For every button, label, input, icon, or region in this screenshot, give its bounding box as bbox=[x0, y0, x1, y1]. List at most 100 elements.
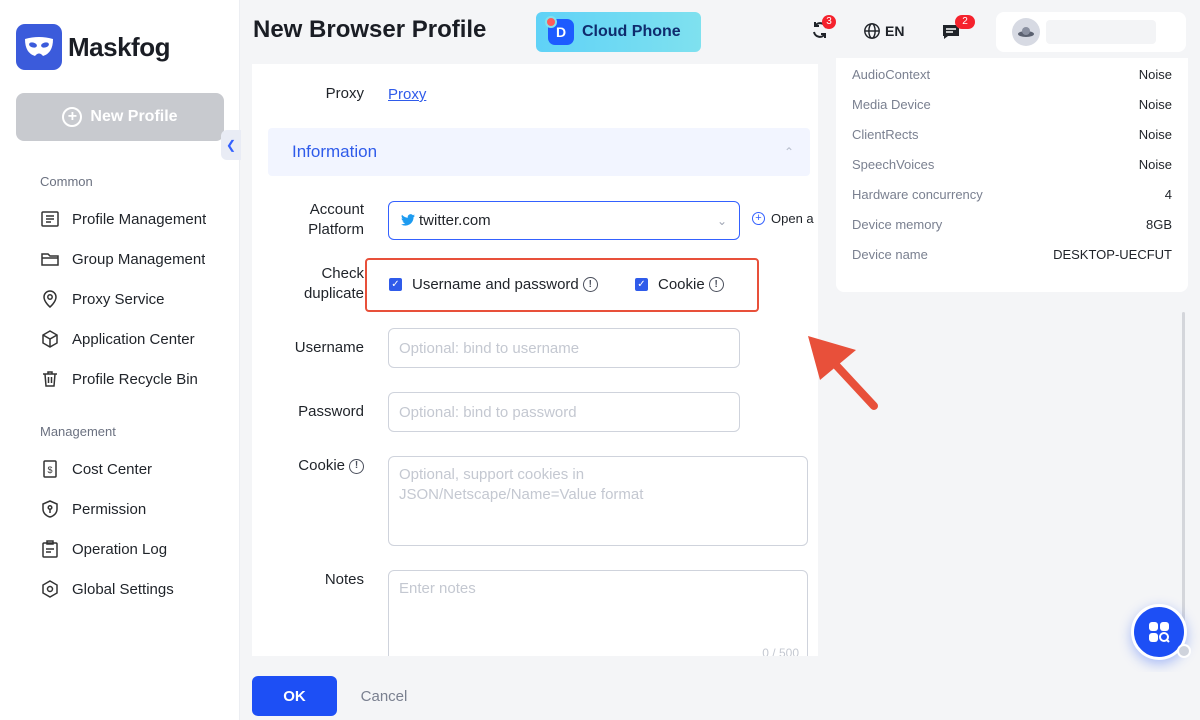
fingerprint-key: Device memory bbox=[852, 217, 943, 232]
chevron-up-icon: ⌃ bbox=[783, 145, 794, 159]
account-platform-label-line2: Platform bbox=[308, 221, 364, 238]
check-duplicate-label-line1: Check bbox=[321, 265, 364, 282]
fingerprint-row: AudioContext Noise bbox=[852, 67, 1172, 82]
section-title-management: Management bbox=[40, 424, 116, 439]
cloud-phone-button[interactable]: D Cloud Phone bbox=[536, 12, 701, 52]
messages-button[interactable]: 2 bbox=[941, 15, 975, 47]
fingerprint-value: Noise bbox=[1138, 157, 1172, 172]
fingerprint-summary: AudioContext Noise Media Device Noise Clie… bbox=[836, 58, 1188, 292]
sync-badge: 3 bbox=[822, 15, 836, 29]
info-icon[interactable]: ! bbox=[582, 277, 598, 292]
proxy-link[interactable]: Proxy bbox=[388, 86, 426, 103]
check-duplicate-label-line2: duplicate bbox=[303, 285, 364, 302]
sidebar-item-group-management[interactable]: Group Management bbox=[40, 245, 220, 273]
password-input[interactable]: Optional: bind to password bbox=[388, 392, 740, 432]
annotation-arrow-icon bbox=[808, 336, 878, 410]
sync-button[interactable]: 3 bbox=[810, 15, 836, 45]
user-avatar-icon bbox=[1018, 27, 1034, 37]
open-platform-link[interactable]: + Open a bbox=[752, 211, 814, 226]
open-link-label: Open a bbox=[771, 211, 814, 226]
notes-label: Notes bbox=[324, 571, 364, 588]
password-label: Password bbox=[298, 403, 364, 420]
sidebar-item-proxy-service[interactable]: Proxy Service bbox=[40, 285, 220, 313]
check-username-password-label: Username and password bbox=[412, 276, 579, 293]
cancel-button[interactable]: Cancel bbox=[344, 676, 424, 716]
sidebar-item-profile-management[interactable]: Profile Management bbox=[40, 205, 220, 233]
notes-textarea[interactable]: Enter notes 0 / 500 bbox=[388, 570, 808, 656]
proxy-label: Proxy bbox=[325, 85, 364, 102]
fingerprint-key: Device name bbox=[852, 247, 928, 262]
plus-circle-icon: + bbox=[752, 212, 765, 225]
app-logo[interactable]: Maskfog bbox=[16, 24, 170, 70]
fingerprint-row: ClientRects Noise bbox=[852, 127, 1172, 142]
fingerprint-row: Device memory 8GB bbox=[852, 217, 1172, 232]
fingerprint-row: Media Device Noise bbox=[852, 97, 1172, 112]
sidebar-item-label: Application Center bbox=[72, 330, 195, 348]
fingerprint-row: Hardware concurrency 4 bbox=[852, 187, 1172, 202]
hexagon-gear-icon bbox=[42, 580, 58, 598]
account-platform-select[interactable]: twitter.com ⌄ bbox=[388, 201, 740, 240]
sidebar: Maskfog + New Profile ❮ Common Profile M… bbox=[0, 0, 241, 720]
fingerprint-key: Hardware concurrency bbox=[852, 187, 983, 202]
account-platform-label-line1: Account bbox=[309, 201, 364, 218]
cloud-phone-label: Cloud Phone bbox=[582, 23, 681, 40]
information-section-header[interactable]: Information ⌃ bbox=[268, 128, 810, 176]
new-profile-button[interactable]: + New Profile bbox=[16, 93, 224, 141]
fingerprint-key: AudioContext bbox=[852, 67, 931, 82]
mask-logo-icon bbox=[16, 24, 62, 70]
section-title-common: Common bbox=[40, 174, 93, 189]
username-redacted bbox=[1046, 20, 1156, 44]
page-title: New Browser Profile bbox=[253, 16, 487, 43]
sidebar-item-label: Operation Log bbox=[72, 540, 168, 558]
fingerprint-value: 4 bbox=[1164, 187, 1172, 202]
sidebar-item-operation-log[interactable]: Operation Log bbox=[40, 535, 220, 563]
checkbox-checked-icon[interactable]: ✓ bbox=[635, 278, 648, 291]
cookie-textarea[interactable]: Optional, support cookies in JSON/Netsca… bbox=[388, 456, 808, 546]
fingerprint-value: Noise bbox=[1138, 97, 1172, 112]
user-menu[interactable] bbox=[996, 12, 1186, 52]
fab-close-dot[interactable] bbox=[1177, 644, 1191, 658]
chevron-left-icon: ❮ bbox=[225, 138, 237, 152]
app-name: Maskfog bbox=[68, 31, 170, 62]
cookie-label-group: Cookie ! bbox=[272, 456, 364, 476]
notes-counter: 0 / 500 bbox=[762, 646, 799, 656]
info-icon[interactable]: ! bbox=[349, 458, 364, 474]
sidebar-item-label: Cost Center bbox=[72, 460, 153, 478]
fingerprint-value: 8GB bbox=[1145, 217, 1172, 232]
trash-icon bbox=[43, 371, 57, 387]
ok-button[interactable]: OK bbox=[252, 676, 337, 716]
username-label: Username bbox=[294, 339, 364, 356]
checkbox-checked-icon[interactable]: ✓ bbox=[389, 278, 402, 291]
sidebar-item-cost-center[interactable]: $ Cost Center bbox=[40, 455, 220, 483]
language-selector[interactable]: EN bbox=[863, 22, 904, 40]
check-cookie[interactable]: ✓ Cookie ! bbox=[635, 276, 724, 293]
sidebar-item-global-settings[interactable]: Global Settings bbox=[40, 575, 220, 603]
apps-grid-icon bbox=[1149, 622, 1170, 643]
sidebar-item-label: Global Settings bbox=[72, 580, 174, 598]
check-username-password[interactable]: ✓ Username and password ! bbox=[389, 276, 598, 293]
shield-key-icon bbox=[42, 500, 58, 518]
plus-icon: + bbox=[62, 107, 83, 127]
sidebar-item-label: Group Management bbox=[72, 250, 206, 268]
check-duplicate-label: Check duplicate bbox=[272, 264, 364, 304]
profile-form: Proxy Proxy Information ⌃ Account Platfo… bbox=[252, 64, 818, 656]
info-icon[interactable]: ! bbox=[708, 277, 724, 292]
dollar-icon: $ bbox=[43, 460, 57, 478]
scrollbar[interactable] bbox=[1182, 312, 1185, 642]
username-input[interactable]: Optional: bind to username bbox=[388, 328, 740, 368]
svg-text:$: $ bbox=[47, 465, 52, 475]
profile-list-icon bbox=[41, 211, 59, 227]
sidebar-item-label: Profile Management bbox=[72, 210, 207, 228]
sidebar-item-label: Permission bbox=[72, 500, 147, 518]
globe-icon bbox=[864, 23, 880, 39]
section-title: Information bbox=[292, 142, 378, 161]
chevron-down-icon: ⌄ bbox=[716, 213, 727, 228]
collapse-sidebar-button[interactable]: ❮ bbox=[221, 130, 241, 160]
avatar bbox=[1012, 18, 1040, 46]
account-platform-value: twitter.com bbox=[419, 212, 491, 229]
check-cookie-label: Cookie bbox=[658, 276, 705, 293]
sidebar-item-application-center[interactable]: Application Center bbox=[40, 325, 220, 353]
sidebar-item-profile-recycle-bin[interactable]: Profile Recycle Bin bbox=[40, 365, 220, 393]
cloud-phone-icon: D bbox=[545, 16, 574, 45]
sidebar-item-permission[interactable]: Permission bbox=[40, 495, 220, 523]
